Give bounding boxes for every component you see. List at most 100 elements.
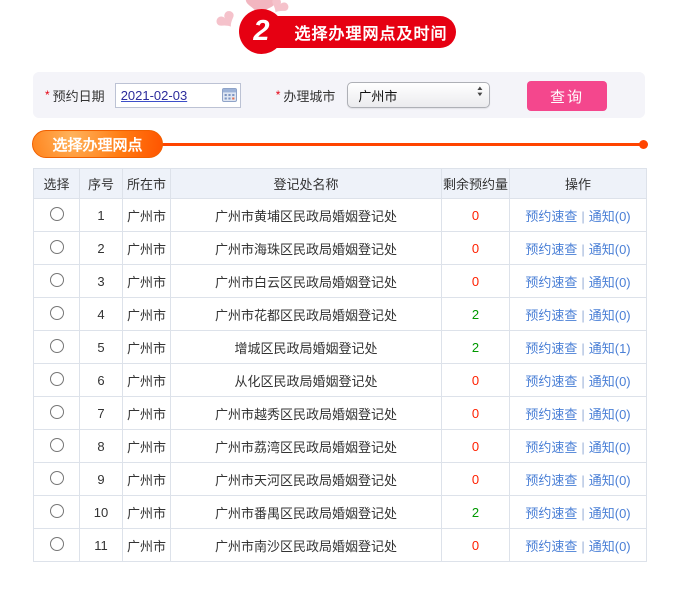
row-city-cell: 广州市 bbox=[122, 363, 171, 397]
section-title: 选择办理网点 bbox=[52, 136, 143, 154]
row-number-cell: 11 bbox=[79, 528, 123, 562]
row-number-cell: 7 bbox=[79, 396, 123, 430]
site-radio[interactable] bbox=[49, 536, 64, 551]
query-button[interactable]: 查询 bbox=[527, 81, 607, 111]
site-radio[interactable] bbox=[49, 239, 64, 254]
quick-check-link[interactable]: 预约速查 bbox=[525, 440, 577, 455]
table-row: 10 广州市 广州市番禺区民政局婚姻登记处 2 预约速查 | 通知(0) bbox=[33, 495, 647, 529]
row-registry-name: 广州市黄埔区民政局婚姻登记处 bbox=[170, 198, 442, 232]
row-city-cell: 广州市 bbox=[122, 264, 171, 298]
link-separator: | bbox=[581, 406, 585, 422]
link-separator: | bbox=[581, 208, 585, 224]
row-registry-name: 广州市白云区民政局婚姻登记处 bbox=[170, 264, 442, 298]
notification-link[interactable]: 通知(0) bbox=[589, 242, 631, 257]
row-city-cell: 广州市 bbox=[122, 231, 171, 265]
quick-check-link[interactable]: 预约速查 bbox=[525, 242, 577, 257]
quick-check-link[interactable]: 预约速查 bbox=[525, 374, 577, 389]
step-number-badge: 2 bbox=[239, 9, 284, 54]
site-radio[interactable] bbox=[49, 338, 64, 353]
row-city-cell: 广州市 bbox=[122, 396, 171, 430]
notification-link[interactable]: 通知(0) bbox=[589, 539, 631, 554]
site-radio[interactable] bbox=[49, 272, 64, 287]
link-separator: | bbox=[581, 472, 585, 488]
section-header: 选择办理网点 bbox=[0, 130, 675, 160]
row-city-cell: 广州市 bbox=[122, 330, 171, 364]
row-actions-cell: 预约速查 | 通知(0) bbox=[509, 429, 647, 463]
quick-check-link[interactable]: 预约速查 bbox=[525, 407, 577, 422]
row-actions-cell: 预约速查 | 通知(0) bbox=[509, 297, 647, 331]
calendar-icon[interactable] bbox=[221, 87, 237, 105]
quick-check-link[interactable]: 预约速查 bbox=[525, 275, 577, 290]
notification-link[interactable]: 通知(0) bbox=[589, 440, 631, 455]
site-radio[interactable] bbox=[49, 404, 64, 419]
link-separator: | bbox=[581, 307, 585, 323]
column-header-name: 登记处名称 bbox=[170, 168, 442, 199]
quick-check-link[interactable]: 预约速查 bbox=[525, 308, 577, 323]
table-row: 3 广州市 广州市白云区民政局婚姻登记处 0 预约速查 | 通知(0) bbox=[33, 264, 647, 298]
link-separator: | bbox=[581, 538, 585, 554]
column-header-actions: 操作 bbox=[509, 168, 647, 199]
city-label: 办理城市 bbox=[283, 88, 336, 104]
table-row: 7 广州市 广州市越秀区民政局婚姻登记处 0 预约速查 | 通知(0) bbox=[33, 396, 647, 430]
table-row: 5 广州市 增城区民政局婚姻登记处 2 预约速查 | 通知(1) bbox=[33, 330, 647, 364]
notification-link[interactable]: 通知(0) bbox=[589, 473, 631, 488]
quick-check-link[interactable]: 预约速查 bbox=[525, 209, 577, 224]
row-actions-cell: 预约速查 | 通知(0) bbox=[509, 231, 647, 265]
row-remaining-count: 2 bbox=[441, 330, 510, 364]
site-radio[interactable] bbox=[49, 470, 64, 485]
notification-link[interactable]: 通知(0) bbox=[589, 374, 631, 389]
quick-check-link[interactable]: 预约速查 bbox=[525, 341, 577, 356]
table-row: 6 广州市 从化区民政局婚姻登记处 0 预约速查 | 通知(0) bbox=[33, 363, 647, 397]
date-input[interactable] bbox=[115, 84, 216, 106]
sites-table-body: 1 广州市 广州市黄埔区民政局婚姻登记处 0 预约速查 | 通知(0) 2 广州市 … bbox=[33, 198, 647, 562]
link-separator: | bbox=[581, 340, 585, 356]
city-select[interactable]: 广州市 ▲ ▼ bbox=[347, 82, 491, 108]
row-remaining-count: 0 bbox=[441, 396, 510, 430]
row-registry-name: 广州市番禺区民政局婚姻登记处 bbox=[170, 495, 442, 529]
notification-link[interactable]: 通知(0) bbox=[589, 407, 631, 422]
row-actions-cell: 预约速查 | 通知(0) bbox=[509, 264, 647, 298]
notification-link[interactable]: 通知(0) bbox=[589, 209, 631, 224]
row-number-cell: 5 bbox=[79, 330, 123, 364]
quick-check-link[interactable]: 预约速查 bbox=[525, 506, 577, 521]
date-field-group: * 预约日期 bbox=[45, 82, 241, 108]
row-registry-name: 广州市天河区民政局婚姻登记处 bbox=[170, 462, 442, 496]
notification-link[interactable]: 通知(1) bbox=[589, 341, 631, 356]
site-radio[interactable] bbox=[49, 206, 64, 221]
row-registry-name: 从化区民政局婚姻登记处 bbox=[170, 363, 442, 397]
date-input-box bbox=[114, 82, 241, 108]
quick-check-link[interactable]: 预约速查 bbox=[525, 473, 577, 488]
row-registry-name: 广州市越秀区民政局婚姻登记处 bbox=[170, 396, 442, 430]
select-stepper-icon: ▲ ▼ bbox=[476, 86, 485, 98]
row-actions-cell: 预约速查 | 通知(0) bbox=[509, 462, 647, 496]
site-radio[interactable] bbox=[49, 437, 64, 452]
site-radio[interactable] bbox=[49, 503, 64, 518]
row-registry-name: 广州市花都区民政局婚姻登记处 bbox=[170, 297, 442, 331]
row-actions-cell: 预约速查 | 通知(0) bbox=[509, 198, 647, 232]
row-remaining-count: 2 bbox=[441, 495, 510, 529]
row-remaining-count: 2 bbox=[441, 297, 510, 331]
row-registry-name: 广州市荔湾区民政局婚姻登记处 bbox=[170, 429, 442, 463]
required-marker: * bbox=[45, 88, 50, 102]
site-radio[interactable] bbox=[49, 305, 64, 320]
row-city-cell: 广州市 bbox=[122, 495, 171, 529]
section-divider-line bbox=[158, 143, 642, 146]
table-row: 4 广州市 广州市花都区民政局婚姻登记处 2 预约速查 | 通知(0) bbox=[33, 297, 647, 331]
appointment-page: ❤ ❤ ❤ 选择办理网点及时间 2 * 预约日期 bbox=[0, 0, 675, 591]
column-header-city: 所在市 bbox=[122, 168, 171, 199]
notification-link[interactable]: 通知(0) bbox=[589, 506, 631, 521]
quick-check-link[interactable]: 预约速查 bbox=[525, 539, 577, 554]
row-number-cell: 1 bbox=[79, 198, 123, 232]
site-radio[interactable] bbox=[49, 371, 64, 386]
notification-link[interactable]: 通知(0) bbox=[589, 275, 631, 290]
step-number: 2 bbox=[253, 15, 270, 47]
notification-link[interactable]: 通知(0) bbox=[589, 308, 631, 323]
query-form-bar: * 预约日期 * 办理城市 bbox=[33, 72, 645, 118]
table-row: 11 广州市 广州市南沙区民政局婚姻登记处 0 预约速查 | 通知(0) bbox=[33, 528, 647, 562]
link-separator: | bbox=[581, 439, 585, 455]
column-header-remaining: 剩余预约量 bbox=[441, 168, 510, 199]
table-row: 2 广州市 广州市海珠区民政局婚姻登记处 0 预约速查 | 通知(0) bbox=[33, 231, 647, 265]
row-actions-cell: 预约速查 | 通知(0) bbox=[509, 495, 647, 529]
row-remaining-count: 0 bbox=[441, 264, 510, 298]
row-number-cell: 10 bbox=[79, 495, 123, 529]
